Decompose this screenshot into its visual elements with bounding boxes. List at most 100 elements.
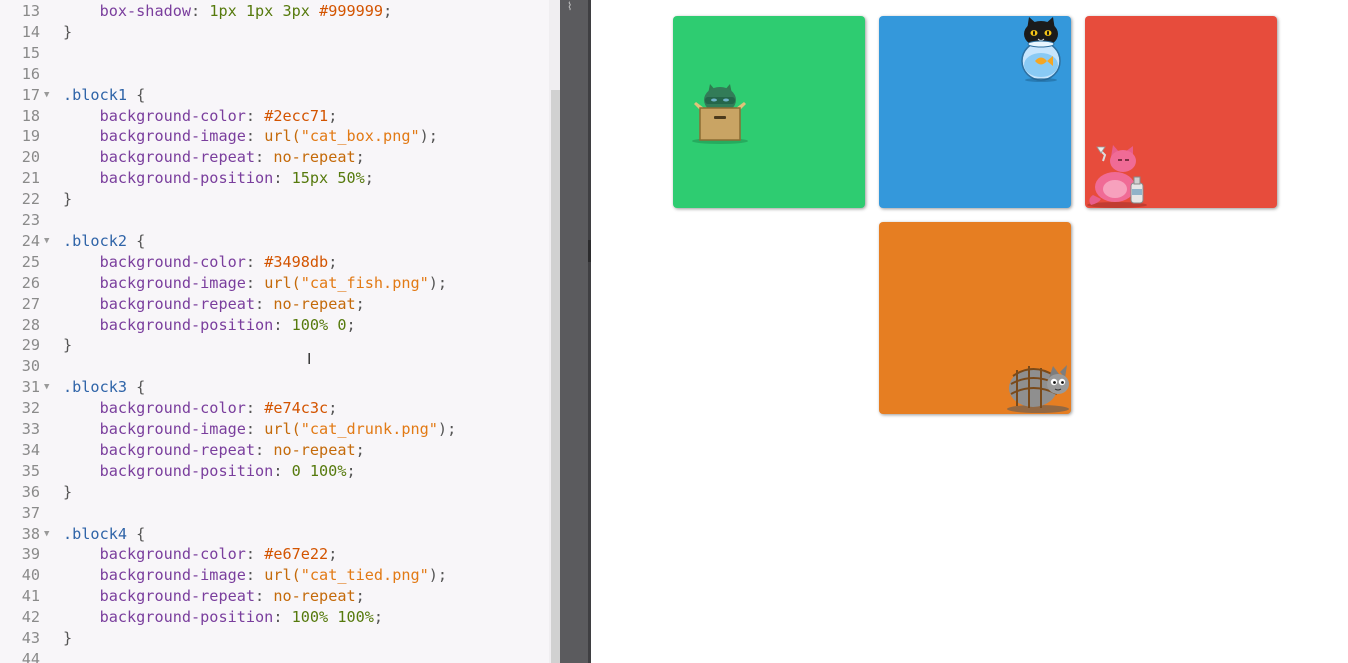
fold-arrow-icon[interactable]: ▼ bbox=[44, 231, 49, 252]
code-line[interactable]: 33 background-image: url("cat_drunk.png"… bbox=[0, 419, 550, 440]
line-number: 31 bbox=[21, 378, 40, 397]
code-line[interactable]: 43} bbox=[0, 628, 550, 649]
code-token: ; bbox=[328, 106, 338, 125]
code-line[interactable]: 44 bbox=[0, 649, 550, 663]
code-token: "cat_box.png" bbox=[300, 127, 420, 146]
text-cursor-icon: I bbox=[307, 350, 312, 368]
code-token: : bbox=[255, 294, 274, 313]
code-token: } bbox=[63, 482, 73, 501]
code-line[interactable]: 40 background-image: url("cat_tied.png")… bbox=[0, 565, 550, 586]
line-number: 34 bbox=[21, 440, 40, 459]
code-line[interactable]: 34 background-repeat: no-repeat; bbox=[0, 440, 550, 461]
code-token: background-image bbox=[99, 273, 246, 292]
code-line[interactable]: 15 bbox=[0, 43, 550, 64]
code-text: } bbox=[63, 482, 72, 503]
code-line[interactable]: 38 ▼ .block4 { bbox=[0, 524, 550, 545]
code-line[interactable]: 28 background-position: 100% 0; bbox=[0, 315, 550, 336]
code-line[interactable]: 32 background-color: #e74c3c; bbox=[0, 398, 550, 419]
code-token: : bbox=[255, 148, 274, 167]
code-line[interactable]: 13 box-shadow: 1px 1px 3px #999999; bbox=[0, 1, 550, 22]
code-token: ; bbox=[373, 608, 384, 627]
line-number: 18 bbox=[21, 106, 40, 125]
code-line[interactable]: 42 background-position: 100% 100%; bbox=[0, 607, 550, 628]
code-token: 1px 1px 3px bbox=[209, 2, 310, 20]
editor-scrollbar-thumb[interactable] bbox=[551, 90, 560, 663]
code-token: { bbox=[127, 231, 146, 250]
code-token: background-repeat bbox=[99, 587, 256, 606]
code-line[interactable]: 24 ▼ .block2 { bbox=[0, 231, 550, 252]
code-text: background-position: 0 100%; bbox=[63, 461, 356, 482]
code-token: 100% 100% bbox=[291, 608, 374, 627]
code-line[interactable]: 41 background-repeat: no-repeat; bbox=[0, 586, 550, 607]
line-number: 26 bbox=[21, 273, 40, 292]
code-line[interactable]: 18 background-color: #2ecc71; bbox=[0, 106, 550, 127]
code-line[interactable]: 16 bbox=[0, 64, 550, 85]
line-number: 16 bbox=[21, 64, 40, 83]
line-number: 21 bbox=[21, 169, 40, 188]
code-token: url( bbox=[264, 566, 301, 585]
code-token: background-position bbox=[99, 169, 274, 188]
line-number: 20 bbox=[21, 148, 40, 167]
line-number: 43 bbox=[21, 629, 40, 647]
code-token: ; bbox=[383, 2, 393, 20]
code-editor[interactable]: 13 box-shadow: 1px 1px 3px #999999; 14} 15… bbox=[0, 0, 560, 663]
code-token: : bbox=[245, 252, 265, 271]
code-text: box-shadow: 1px 1px 3px #999999; bbox=[63, 1, 393, 22]
code-token: : bbox=[255, 587, 274, 606]
code-line[interactable]: 26 background-image: url("cat_fish.png")… bbox=[0, 273, 550, 294]
code-token: no-repeat bbox=[273, 148, 356, 167]
code-token: box-shadow bbox=[99, 2, 192, 20]
pane-splitter[interactable] bbox=[560, 0, 591, 663]
line-number: 42 bbox=[21, 608, 40, 627]
code-line[interactable]: 20 background-repeat: no-repeat; bbox=[0, 147, 550, 168]
code-line[interactable]: 37 bbox=[0, 503, 550, 524]
code-token: no-repeat bbox=[273, 294, 356, 313]
code-line[interactable]: 35 background-position: 0 100%; bbox=[0, 461, 550, 482]
fold-arrow-icon[interactable]: ▼ bbox=[44, 377, 49, 398]
code-token: .block2 bbox=[63, 231, 128, 250]
code-line[interactable]: 14} bbox=[0, 22, 550, 43]
code-token: : bbox=[245, 273, 265, 292]
code-line[interactable]: 39 background-color: #e67e22; bbox=[0, 544, 550, 565]
code-token: .block4 bbox=[63, 524, 128, 543]
line-number: 28 bbox=[21, 315, 40, 334]
code-token: background-image bbox=[99, 566, 246, 585]
code-line[interactable]: 31 ▼ .block3 { bbox=[0, 377, 550, 398]
code-token: #999999 bbox=[319, 2, 384, 20]
code-line[interactable]: 21 background-position: 15px 50%; bbox=[0, 168, 550, 189]
code-line[interactable]: 36} bbox=[0, 482, 550, 503]
line-number: 17 bbox=[21, 85, 40, 104]
code-text: background-image: url("cat_box.png"); bbox=[63, 126, 438, 147]
code-line[interactable]: 27 background-repeat: no-repeat; bbox=[0, 294, 550, 315]
cat-tied-icon bbox=[1007, 365, 1069, 413]
code-token: : bbox=[245, 399, 265, 418]
line-number: 40 bbox=[21, 566, 40, 585]
code-line[interactable]: 30 bbox=[0, 356, 550, 377]
code-token: : bbox=[245, 127, 265, 146]
code-text: } bbox=[63, 335, 72, 356]
code-line[interactable]: 22} bbox=[0, 189, 550, 210]
splitter-handle-icon[interactable]: ⌇ bbox=[567, 0, 579, 14]
code-token: url( bbox=[264, 127, 301, 146]
block2 bbox=[879, 16, 1071, 208]
code-line[interactable]: 25 background-color: #3498db; bbox=[0, 252, 550, 273]
code-line[interactable]: 29} bbox=[0, 335, 550, 356]
code-line[interactable]: 19 background-image: url("cat_box.png"); bbox=[0, 126, 550, 147]
fold-arrow-icon[interactable]: ▼ bbox=[44, 85, 49, 106]
code-text: } bbox=[63, 189, 72, 210]
code-text: background-image: url("cat_drunk.png"); bbox=[63, 419, 457, 440]
code-line[interactable]: 17 ▼ .block1 { bbox=[0, 85, 550, 106]
code-token: url( bbox=[264, 273, 301, 292]
fold-arrow-icon[interactable]: ▼ bbox=[44, 524, 49, 545]
line-number: 13 bbox=[21, 2, 40, 20]
code-line[interactable]: 23 bbox=[0, 210, 550, 231]
code-token: background-color bbox=[99, 545, 246, 564]
